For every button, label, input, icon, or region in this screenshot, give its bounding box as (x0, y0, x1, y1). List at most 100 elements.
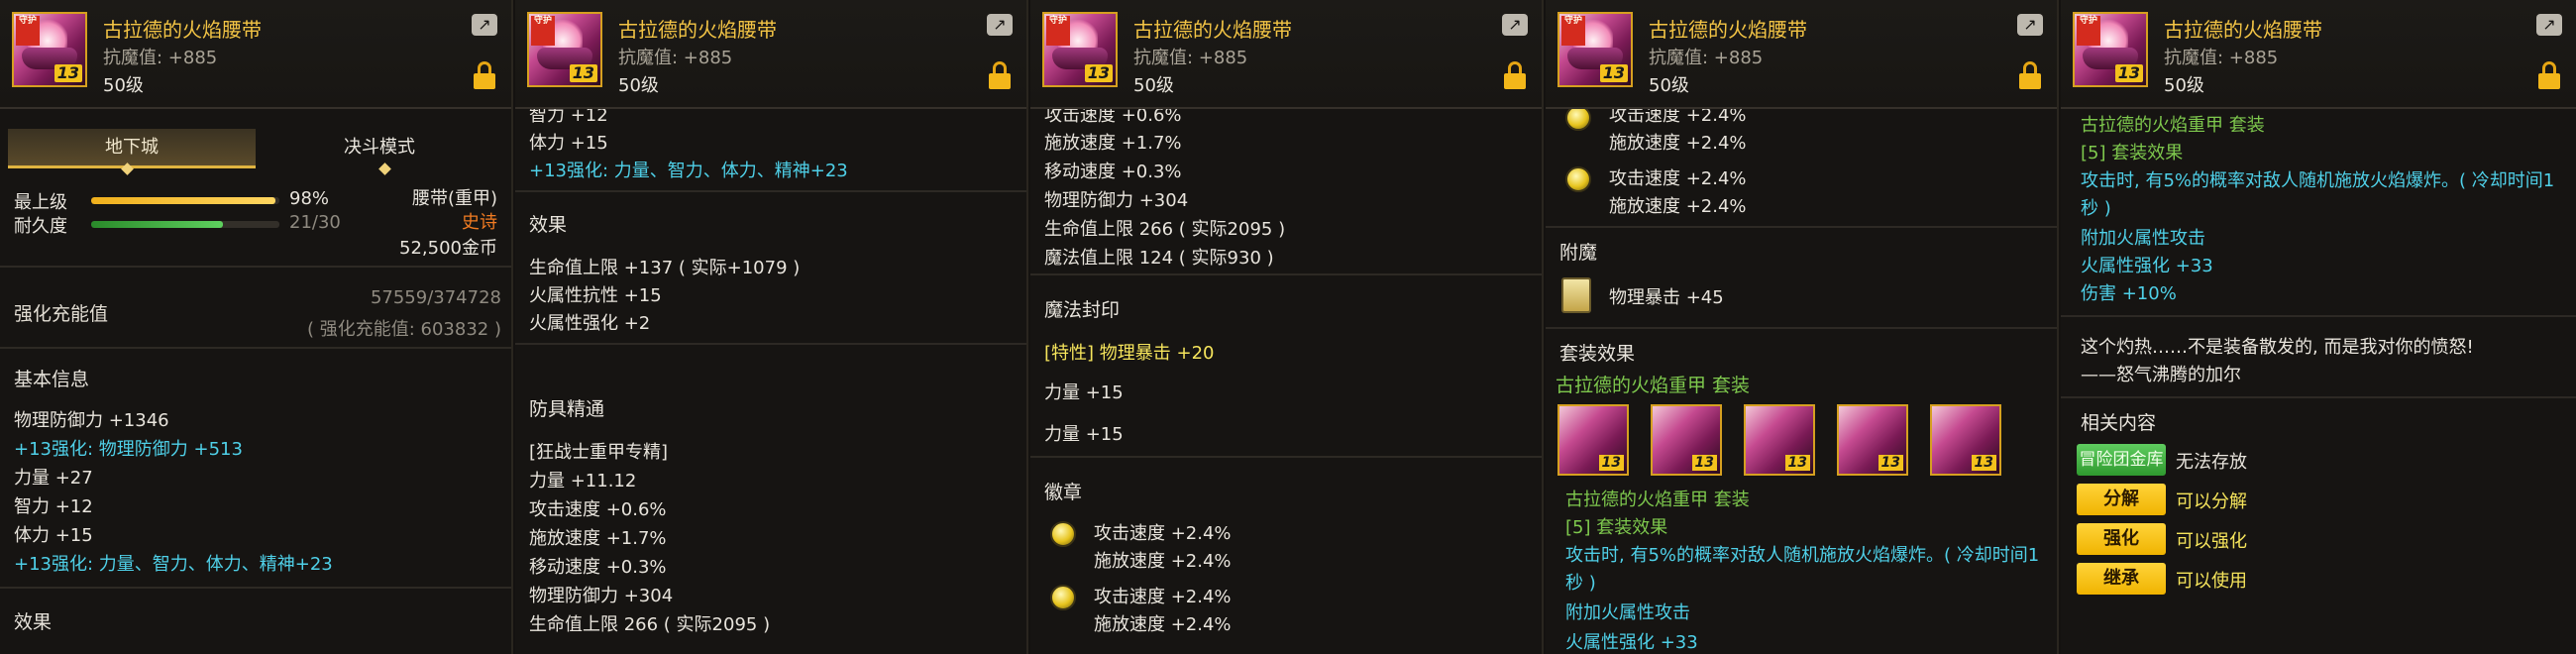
durability-value: 21/30 (289, 212, 341, 233)
effect-line: 火属性抗性 +15 (529, 285, 662, 306)
seal-line: 力量 +15 (1044, 382, 1124, 403)
inherit-status: 可以使用 (2176, 571, 2247, 592)
item-rarity: 史诗 (462, 212, 497, 233)
max-level-bar (91, 197, 279, 204)
set-piece-icon[interactable]: 13 (1930, 404, 2001, 476)
seal-title: 魔法封印 (1044, 299, 1121, 321)
enchant-title: 附魔 (1559, 242, 1598, 264)
stat-line: 施放速度 +1.7% (529, 528, 667, 549)
icon-tag: 守护 (2077, 16, 2100, 46)
item-resist: 抗魔值: +885 (103, 48, 218, 68)
emblem-title: 徽章 (1044, 482, 1083, 503)
stat-line: 物理防御力 +1346 (14, 410, 169, 431)
stat-line: 物理防御力 +304 (529, 586, 674, 606)
set-piece-icon[interactable]: 13 (1651, 404, 1722, 476)
reinforce-button[interactable]: 强化 (2077, 523, 2166, 555)
item-name: 古拉德的火焰腰带 (103, 18, 262, 42)
item-header: 守护 13 古拉德的火焰腰带 抗魔值: +885 50级 ↗ (2061, 0, 2576, 109)
lock-icon[interactable] (474, 61, 495, 89)
emblem-line: 施放速度 +2.4% (1609, 133, 1747, 154)
set-fire: 火属性强化 +33 (2081, 256, 2213, 276)
tab-pvp[interactable]: 决斗模式 (256, 129, 503, 168)
max-level-label: 最上级 (14, 192, 67, 213)
item-resist: 抗魔值: +885 (1133, 48, 1248, 68)
icon-tag: 守护 (16, 16, 40, 46)
lock-icon[interactable] (1504, 61, 1526, 89)
item-icon: 守护 13 (1042, 12, 1118, 87)
set-desc: 秒 ) (1565, 573, 1596, 594)
set-effect: [5] 套装效果 (1565, 517, 1668, 538)
stat-line: +13强化: 力量、智力、体力、精神+23 (14, 554, 333, 575)
emblem-gem-icon (1565, 166, 1591, 192)
item-level: 50级 (2164, 75, 2204, 96)
tooltip-panel-5: 守护 13 古拉德的火焰腰带 抗魔值: +885 50级 ↗ 古拉德的火焰重甲 … (2061, 0, 2576, 654)
icon-level: 13 (2114, 64, 2143, 82)
item-name: 古拉德的火焰腰带 (1649, 18, 1807, 42)
item-name: 古拉德的火焰腰带 (1133, 18, 1292, 42)
set-piece-icon[interactable]: 13 (1744, 404, 1815, 476)
icon-tag: 守护 (1561, 16, 1585, 46)
flavor-author: ——怒气沸腾的加尔 (2081, 365, 2241, 385)
stat-line: 力量 +11.12 (529, 471, 637, 491)
item-header: 守护 13 古拉德的火焰腰带 抗魔值: +885 50级 ↗ (515, 0, 1026, 109)
lock-icon[interactable] (2019, 61, 2041, 89)
share-icon[interactable]: ↗ (1502, 14, 1528, 36)
stat-line: 移动速度 +0.3% (529, 557, 667, 578)
share-icon[interactable]: ↗ (987, 14, 1013, 36)
stat-line: 魔法值上限 124 ( 实际930 ) (1044, 248, 1274, 269)
item-price: 52,500金币 (399, 238, 497, 259)
related-title: 相关内容 (2081, 412, 2157, 434)
share-icon[interactable]: ↗ (472, 14, 497, 36)
item-icon: 守护 13 (1557, 12, 1633, 87)
icon-level: 13 (569, 64, 597, 82)
stat-line: 体力 +15 (529, 133, 608, 154)
emblem-line: 施放速度 +2.4% (1094, 614, 1232, 635)
lock-icon[interactable] (2538, 61, 2560, 89)
partial-stat: 智力 +12 (529, 109, 608, 126)
set-name: 古拉德的火焰重甲 套装 (1556, 375, 1751, 396)
icon-tag: 守护 (1046, 16, 1070, 46)
stat-line: 生命值上限 266 ( 实际2095 ) (529, 614, 771, 635)
stat-line: [狂战士重甲专精] (529, 442, 669, 463)
set-desc: 攻击时, 有5%的概率对敌人随机施放火焰爆炸。( 冷却时间1 (2081, 170, 2555, 191)
item-resist: 抗魔值: +885 (2164, 48, 2279, 68)
amp-label: 强化充能值 (14, 303, 109, 325)
seal-trait: [特性] 物理暴击 +20 (1044, 343, 1215, 364)
set-desc: 秒 ) (2081, 198, 2111, 219)
icon-tag: 守护 (531, 16, 555, 46)
mastery-title: 防具精通 (529, 398, 605, 420)
item-type: 腰带(重甲) (411, 188, 497, 209)
lock-icon[interactable] (989, 61, 1011, 89)
share-icon[interactable]: ↗ (2017, 14, 2043, 36)
enchant-card-icon (1561, 277, 1591, 313)
item-name: 古拉德的火焰腰带 (618, 18, 777, 42)
tooltip-panel-2: 守护 13 古拉德的火焰腰带 抗魔值: +885 50级 ↗ 智力 +12 体力… (515, 0, 1028, 654)
tab-dungeon[interactable]: 地下城 (8, 129, 256, 168)
disassemble-button[interactable]: 分解 (2077, 484, 2166, 515)
durability-bar (91, 221, 279, 228)
adventure-vault-button[interactable]: 冒险团金库 (2077, 444, 2166, 476)
stat-line: 生命值上限 266 ( 实际2095 ) (1044, 219, 1286, 240)
set-desc: 攻击时, 有5%的概率对敌人随机施放火焰爆炸。( 冷却时间1 (1565, 545, 2040, 566)
inherit-button[interactable]: 继承 (2077, 563, 2166, 595)
vault-status: 无法存放 (2176, 452, 2247, 473)
enchant-line: 物理暴击 +45 (1609, 287, 1724, 308)
amp-value: 57559/374728 (370, 287, 501, 308)
set-name: 古拉德的火焰重甲 套装 (1565, 490, 1750, 510)
stat-line: 智力 +12 (14, 496, 93, 517)
icon-level: 13 (1599, 64, 1628, 82)
stat-line: 物理防御力 +304 (1044, 190, 1189, 211)
set-piece-icon[interactable]: 13 (1837, 404, 1908, 476)
stat-line: 攻击速度 +0.6% (529, 499, 667, 520)
set-extra: 附加火属性攻击 (2081, 228, 2205, 249)
seal-line: 力量 +15 (1044, 424, 1124, 445)
stat-line: 体力 +15 (14, 525, 93, 546)
set-name: 古拉德的火焰重甲 套装 (2081, 115, 2265, 136)
emblem-line: 攻击速度 +2.4% (1609, 168, 1747, 189)
share-icon[interactable]: ↗ (2536, 14, 2562, 36)
emblem-line: 攻击速度 +2.4% (1609, 109, 1747, 126)
icon-level: 13 (1084, 64, 1113, 82)
stat-line: +13强化: 物理防御力 +513 (14, 439, 243, 460)
tooltip-panel-4: 守护 13 古拉德的火焰腰带 抗魔值: +885 50级 ↗ 攻击速度 +2.4… (1546, 0, 2059, 654)
set-piece-icon[interactable]: 13 (1557, 404, 1629, 476)
